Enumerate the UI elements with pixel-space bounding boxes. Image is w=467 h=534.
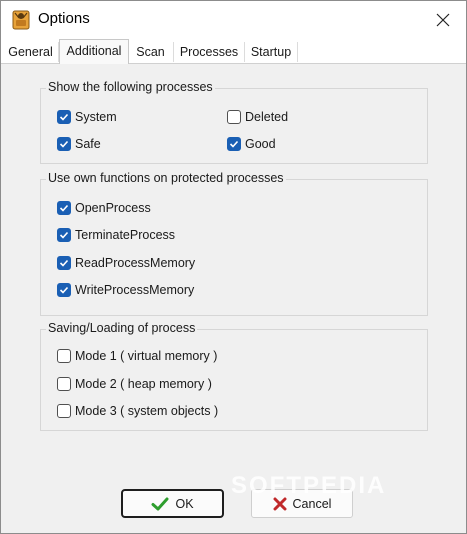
tab-bar: General Additional Scan Processes Startu… — [1, 39, 466, 64]
checkbox-label: ReadProcessMemory — [75, 256, 196, 270]
checkmark-icon — [151, 496, 169, 512]
checkbox-label: Safe — [75, 137, 101, 151]
checkbox-unchecked-icon — [227, 110, 241, 124]
checkbox-checked-icon — [57, 137, 71, 151]
checkbox-label: OpenProcess — [75, 201, 151, 215]
cancel-button[interactable]: Cancel — [251, 489, 353, 518]
checkbox-label: WriteProcessMemory — [75, 283, 195, 297]
checkbox-checked-icon — [57, 283, 71, 297]
title-bar: Options — [1, 1, 466, 39]
cancel-button-label: Cancel — [292, 496, 332, 511]
additional-panel: Show the following processes System Dele… — [3, 64, 464, 532]
tab-startup[interactable]: Startup — [245, 42, 298, 62]
checkbox-writeprocessmemory[interactable]: WriteProcessMemory — [57, 281, 194, 299]
tab-additional[interactable]: Additional — [59, 39, 129, 64]
group-title-own-functions: Use own functions on protected processes — [46, 171, 286, 185]
close-icon — [436, 13, 450, 27]
checkbox-label: Mode 2 ( heap memory ) — [75, 377, 212, 391]
window-title: Options — [38, 10, 90, 27]
checkbox-readprocessmemory[interactable]: ReadProcessMemory — [57, 254, 195, 272]
checkbox-label: System — [75, 110, 117, 124]
checkbox-checked-icon — [57, 228, 71, 242]
group-own-functions: Use own functions on protected processes… — [40, 171, 428, 316]
cancel-x-icon — [273, 497, 287, 511]
checkbox-unchecked-icon — [57, 404, 71, 418]
checkbox-label: Mode 3 ( system objects ) — [75, 404, 219, 418]
ok-button[interactable]: OK — [121, 489, 224, 518]
checkbox-terminateprocess[interactable]: TerminateProcess — [57, 226, 175, 244]
checkbox-label: Good — [245, 137, 276, 151]
checkbox-good[interactable]: Good — [227, 135, 276, 153]
options-dialog: Options General Additional Scan Processe… — [0, 0, 467, 534]
checkbox-mode-3[interactable]: Mode 3 ( system objects ) — [57, 402, 218, 420]
checkbox-checked-icon — [227, 137, 241, 151]
group-title-show-processes: Show the following processes — [46, 80, 215, 94]
group-show-processes: Show the following processes System Dele… — [40, 80, 428, 164]
group-saving-loading: Saving/Loading of process Mode 1 ( virtu… — [40, 321, 428, 431]
checkbox-checked-icon — [57, 256, 71, 270]
checkbox-safe[interactable]: Safe — [57, 135, 101, 153]
checkbox-checked-icon — [57, 110, 71, 124]
checkbox-label: Mode 1 ( virtual memory ) — [75, 349, 218, 363]
ok-button-label: OK — [175, 496, 194, 511]
group-title-saving-loading: Saving/Loading of process — [46, 321, 198, 335]
app-icon — [12, 10, 30, 30]
tab-general[interactable]: General — [3, 42, 59, 62]
tab-processes[interactable]: Processes — [174, 42, 245, 62]
tab-scan[interactable]: Scan — [128, 42, 174, 62]
checkbox-mode-1[interactable]: Mode 1 ( virtual memory ) — [57, 347, 217, 365]
checkbox-unchecked-icon — [57, 349, 71, 363]
checkbox-unchecked-icon — [57, 377, 71, 391]
checkbox-label: TerminateProcess — [75, 228, 176, 242]
checkbox-mode-2[interactable]: Mode 2 ( heap memory ) — [57, 375, 212, 393]
checkbox-openprocess[interactable]: OpenProcess — [57, 199, 151, 217]
checkbox-checked-icon — [57, 201, 71, 215]
checkbox-system[interactable]: System — [57, 108, 117, 126]
checkbox-deleted[interactable]: Deleted — [227, 108, 288, 126]
checkbox-label: Deleted — [245, 110, 289, 124]
close-button[interactable] — [420, 1, 466, 39]
